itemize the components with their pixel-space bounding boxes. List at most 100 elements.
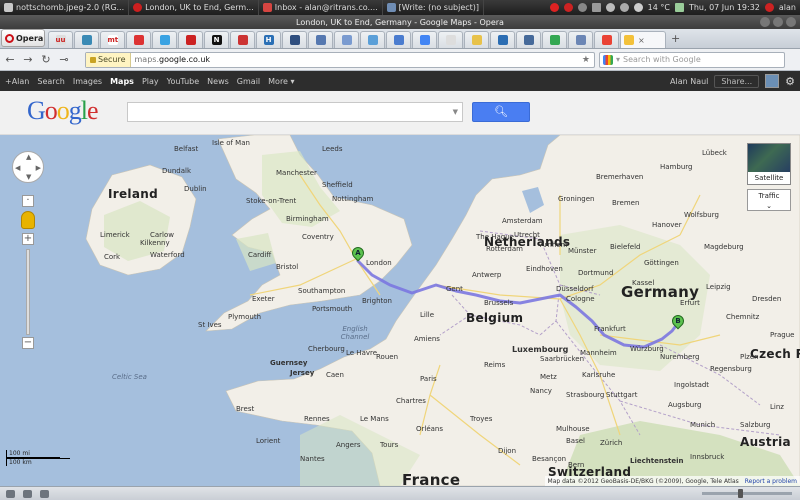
- city-label[interactable]: Dortmund: [578, 269, 613, 277]
- city-label[interactable]: Paris: [420, 375, 437, 383]
- city-label[interactable]: Amsterdam: [502, 217, 543, 225]
- wifi-icon[interactable]: [605, 3, 615, 12]
- google-logo[interactable]: Google: [27, 96, 99, 126]
- city-label[interactable]: Manchester: [276, 169, 317, 177]
- browser-tab[interactable]: [464, 31, 489, 48]
- opera-tray-icon[interactable]: [563, 3, 573, 12]
- city-label[interactable]: Innsbruck: [690, 453, 724, 461]
- city-label[interactable]: Kassel: [632, 279, 654, 287]
- city-label[interactable]: Metz: [540, 373, 557, 381]
- browser-tab[interactable]: [308, 31, 333, 48]
- gbar-item-maps[interactable]: Maps: [110, 77, 134, 86]
- avatar[interactable]: [765, 74, 780, 88]
- city-label[interactable]: Isle of Man: [212, 139, 250, 147]
- city-label[interactable]: Arnhem: [540, 241, 568, 249]
- pan-right-icon[interactable]: ▶: [36, 164, 41, 172]
- browser-tab[interactable]: [594, 31, 619, 48]
- gbar-item-images[interactable]: Images: [73, 77, 102, 86]
- browser-tab[interactable]: [282, 31, 307, 48]
- browser-tab[interactable]: mt: [100, 31, 125, 48]
- taskbar-item-write[interactable]: [Write: (no subject)]: [383, 0, 485, 15]
- city-label[interactable]: Dublin: [184, 185, 207, 193]
- city-label[interactable]: Portsmouth: [312, 305, 352, 313]
- city-label[interactable]: Hamburg: [660, 163, 692, 171]
- city-label[interactable]: Frankfurt: [594, 325, 626, 333]
- city-label[interactable]: Basel: [566, 437, 585, 445]
- browser-tab[interactable]: uu: [48, 31, 73, 48]
- city-label[interactable]: Exeter: [252, 295, 275, 303]
- browser-tab[interactable]: [230, 31, 255, 48]
- city-label[interactable]: Lorient: [256, 437, 280, 445]
- city-label[interactable]: Dundalk: [162, 167, 191, 175]
- city-label[interactable]: Bern: [568, 461, 584, 469]
- satellite-toggle[interactable]: Satellite: [747, 143, 791, 185]
- city-label[interactable]: Bremerhaven: [596, 173, 643, 181]
- pan-left-icon[interactable]: ◀: [15, 164, 20, 172]
- secure-badge[interactable]: Secure: [86, 52, 131, 67]
- city-label[interactable]: Brest: [236, 405, 254, 413]
- clipboard-icon[interactable]: [591, 3, 601, 12]
- city-label[interactable]: Utrecht: [514, 231, 540, 239]
- city-label[interactable]: Düsseldorf: [556, 285, 593, 293]
- city-label[interactable]: Erfurt: [680, 299, 700, 307]
- city-label[interactable]: Rennes: [304, 415, 330, 423]
- city-label[interactable]: Cork: [104, 253, 120, 261]
- taskbar-item-nottschomb[interactable]: nottschomb.jpeg-2.0 (RG...: [0, 0, 130, 15]
- city-label[interactable]: Brighton: [362, 297, 392, 305]
- city-label[interactable]: Groningen: [558, 195, 594, 203]
- google-search-engine-icon[interactable]: [603, 54, 613, 65]
- minimize-button[interactable]: [760, 17, 770, 27]
- panel-toggle-icon[interactable]: [6, 489, 15, 498]
- city-label[interactable]: Nancy: [530, 387, 552, 395]
- city-label[interactable]: Strasbourg: [566, 391, 604, 399]
- maximize-button[interactable]: [773, 17, 783, 27]
- city-label[interactable]: Amiens: [414, 335, 440, 343]
- city-label[interactable]: Ingolstadt: [674, 381, 709, 389]
- maps-search-button[interactable]: 🔍︎: [472, 102, 530, 122]
- city-label[interactable]: Bremen: [612, 199, 639, 207]
- city-label[interactable]: Carlow: [150, 231, 174, 239]
- city-label[interactable]: Würzburg: [630, 345, 664, 353]
- city-label[interactable]: Saarbrücken: [540, 355, 584, 363]
- browser-tab[interactable]: [126, 31, 151, 48]
- gbar-item-more[interactable]: More ▾: [268, 77, 294, 86]
- city-label[interactable]: Magdeburg: [704, 243, 744, 251]
- mail-tray-icon[interactable]: [577, 3, 587, 12]
- city-label[interactable]: Bielefeld: [610, 243, 640, 251]
- pan-up-icon[interactable]: ▲: [26, 153, 31, 161]
- city-label[interactable]: Münster: [568, 247, 597, 255]
- session-user[interactable]: alan: [779, 3, 796, 12]
- gbar-item-play[interactable]: Play: [142, 77, 159, 86]
- city-label[interactable]: Dresden: [752, 295, 781, 303]
- zoom-in-button[interactable]: +: [22, 233, 34, 245]
- gbar-item-youtube[interactable]: YouTube: [167, 77, 200, 86]
- maps-search-input[interactable]: ▼: [127, 102, 463, 122]
- city-label[interactable]: Brussels: [484, 299, 513, 307]
- city-label[interactable]: Le Havre: [346, 349, 377, 357]
- gbar-item-news[interactable]: News: [207, 77, 229, 86]
- traffic-toggle[interactable]: Traffic ⌄: [747, 189, 791, 211]
- route-end-marker[interactable]: B: [669, 312, 687, 331]
- city-label[interactable]: Bristol: [276, 263, 298, 271]
- browser-tab[interactable]: [386, 31, 411, 48]
- city-label[interactable]: Reims: [484, 361, 505, 369]
- city-label[interactable]: Southampton: [298, 287, 345, 295]
- bookmark-star-icon[interactable]: ★: [582, 55, 594, 65]
- city-label[interactable]: Linz: [770, 403, 784, 411]
- reload-icon[interactable]: ↻: [39, 53, 53, 67]
- gbar-item-search[interactable]: Search: [37, 77, 64, 86]
- city-label[interactable]: Belfast: [174, 145, 198, 153]
- browser-tab[interactable]: [360, 31, 385, 48]
- city-label[interactable]: Limerick: [100, 231, 130, 239]
- city-label[interactable]: Stoke-on-Trent: [246, 197, 296, 205]
- zoom-in-small-button[interactable]: ·: [22, 195, 34, 207]
- city-label[interactable]: Chemnitz: [726, 313, 759, 321]
- city-label[interactable]: Regensburg: [710, 365, 752, 373]
- city-label[interactable]: Augsburg: [668, 401, 701, 409]
- zoom-knob[interactable]: [738, 489, 743, 498]
- city-label[interactable]: Dijon: [498, 447, 516, 455]
- gbar-item-gmail[interactable]: Gmail: [237, 77, 260, 86]
- city-label[interactable]: Cherbourg: [308, 345, 345, 353]
- city-label[interactable]: The Hague: [476, 233, 514, 241]
- forward-arrow-icon[interactable]: →: [21, 53, 35, 67]
